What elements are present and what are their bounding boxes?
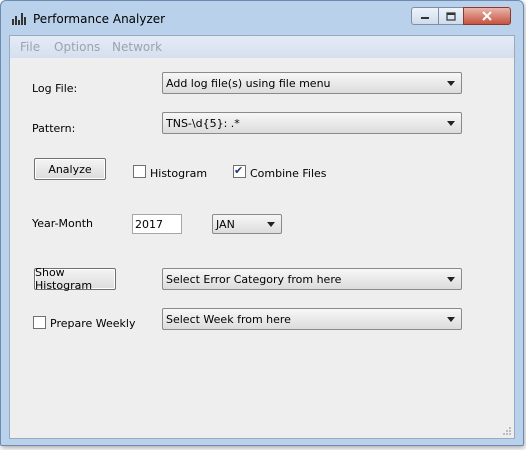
prepare-weekly-label: Prepare Weekly: [50, 317, 136, 330]
error-category-value: Select Error Category from here: [166, 273, 342, 286]
analyze-button[interactable]: Analyze: [34, 158, 106, 180]
combine-files-checkbox[interactable]: ✔: [233, 164, 246, 178]
histogram-label: Histogram: [150, 167, 208, 180]
pattern-label: Pattern:: [32, 122, 76, 135]
prepare-weekly-checkbox[interactable]: [33, 316, 46, 329]
app-window: Performance Analyzer File Options Networ…: [0, 0, 524, 446]
month-dropdown[interactable]: JAN: [212, 214, 282, 234]
log-file-value: Add log file(s) using file menu: [166, 77, 331, 90]
minimize-icon: [421, 17, 429, 19]
chevron-down-icon: [447, 317, 455, 322]
maximize-button[interactable]: [438, 7, 464, 25]
window-title: Performance Analyzer: [33, 12, 166, 26]
menu-options[interactable]: Options: [54, 40, 100, 54]
week-value: Select Week from here: [166, 313, 291, 326]
year-value: 2017: [135, 218, 163, 231]
error-category-dropdown[interactable]: Select Error Category from here: [162, 268, 462, 290]
menu-file[interactable]: File: [20, 40, 40, 54]
menu-network[interactable]: Network: [112, 40, 162, 54]
year-month-label: Year-Month: [32, 217, 94, 230]
minimize-button[interactable]: [411, 7, 439, 25]
resize-grip-icon[interactable]: [502, 426, 512, 436]
bar-chart-icon: [12, 13, 26, 25]
chevron-down-icon: [447, 277, 455, 282]
combine-files-label: Combine Files: [250, 167, 327, 180]
show-histogram-button[interactable]: Show Histogram: [34, 266, 116, 292]
pattern-dropdown[interactable]: TNS-\d{5}: .*: [162, 112, 462, 134]
year-input[interactable]: 2017: [132, 214, 182, 234]
menu-bar: File Options Network: [10, 36, 514, 58]
chevron-down-icon: [447, 121, 455, 126]
chevron-down-icon: [267, 222, 275, 227]
title-bar[interactable]: Performance Analyzer: [1, 1, 523, 35]
month-value: JAN: [216, 218, 235, 231]
chevron-down-icon: [447, 81, 455, 86]
log-file-dropdown[interactable]: Add log file(s) using file menu: [162, 72, 462, 94]
checkmark-icon: ✔: [234, 164, 244, 177]
log-file-label: Log File:: [32, 82, 78, 95]
close-button[interactable]: [463, 7, 511, 25]
week-dropdown[interactable]: Select Week from here: [162, 308, 462, 330]
client-area: File Options Network Log File: Add log f…: [9, 35, 515, 439]
pattern-value: TNS-\d{5}: .*: [166, 117, 240, 130]
maximize-icon: [446, 11, 456, 21]
close-icon: [482, 11, 492, 21]
histogram-checkbox[interactable]: [133, 165, 146, 178]
